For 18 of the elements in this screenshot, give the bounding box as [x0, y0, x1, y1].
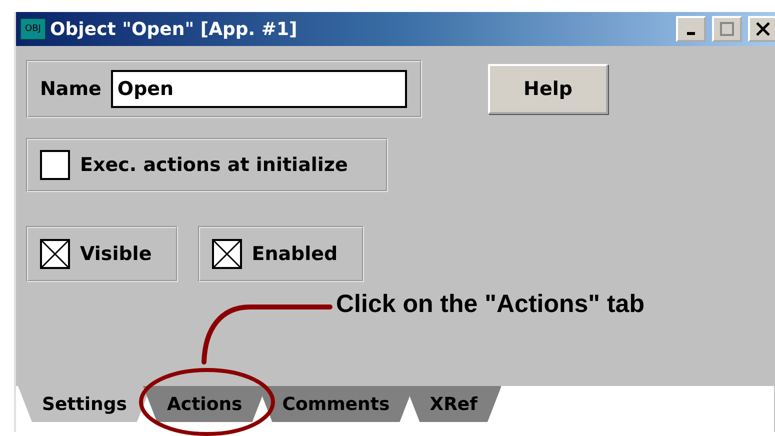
close-button[interactable]	[748, 16, 775, 42]
checkbox-label[interactable]: Enabled	[252, 243, 338, 265]
checkbox[interactable]	[212, 239, 242, 269]
minimize-icon	[687, 32, 695, 35]
checkbox-label[interactable]: Visible	[80, 243, 152, 265]
maximize-icon	[720, 22, 734, 36]
minimize-button[interactable]	[676, 16, 706, 42]
close-icon	[756, 22, 770, 36]
name-label: Name	[40, 78, 102, 100]
window-title: Object "Open" [App. #1]	[50, 18, 298, 40]
checkbox[interactable]	[40, 239, 70, 269]
checkbox-label[interactable]: Exec. actions at initialize	[80, 154, 348, 176]
callout-text: Click on the "Actions" tab	[336, 290, 644, 319]
name-field[interactable]: Open	[111, 70, 408, 108]
maximize-button[interactable]	[712, 16, 742, 42]
checkbox[interactable]	[40, 150, 70, 180]
help-button[interactable]: Help	[488, 64, 608, 114]
app-icon: OBJ	[20, 18, 46, 40]
